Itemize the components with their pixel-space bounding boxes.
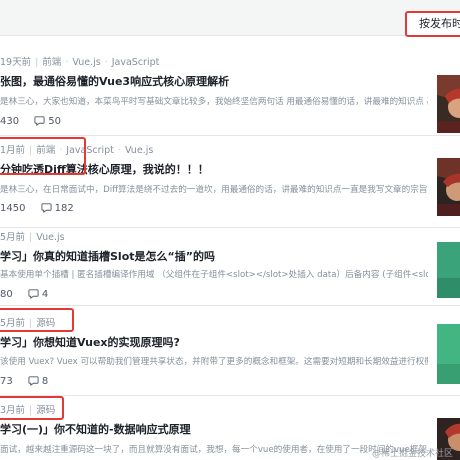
comment-button[interactable]: 4 [28,289,48,300]
article-title[interactable]: 分钟吃透Diff算法核心原理，我说的！！！ [0,162,430,178]
article-tag[interactable]: 源码 [36,405,55,416]
comment-count: 4 [41,289,49,300]
article-tag[interactable]: Vue.js [36,232,64,243]
article-thumbnail[interactable] [437,158,460,216]
article-thumbnail[interactable] [437,324,460,384]
article-abstract: 面试，越来越注重源码这一块了，而且就算没有面试，我想，每一个vue的使用者，在使… [0,445,428,455]
like-count[interactable]: 430 [0,116,19,127]
article-tag[interactable]: JavaScript [112,57,160,68]
article-title[interactable]: 学习」你真的知道插槽Slot是怎么“插”的吗 [0,249,430,265]
article-title[interactable]: 张图，最通俗易懂的Vue3响应式核心原理解析 [0,74,430,90]
article-meta: 19天前 | 前端 · Vue.js · JavaScript [0,57,160,68]
article-date: 1月前 [0,145,26,156]
comment-icon [34,116,45,126]
top-bar [0,0,460,36]
comment-button[interactable]: 8 [28,376,48,387]
article-abstract: 是林三心，在日常面试中，Diff算法是绕不过去的一道坎，用最通俗的话，讲最难的知… [0,185,428,195]
article-thumbnail[interactable] [437,75,460,133]
comment-count: 182 [54,203,74,214]
article-title[interactable]: 学习」你想知道Vuex的实现原理吗? [0,335,430,351]
comment-button[interactable]: 50 [34,116,61,127]
comment-icon [28,376,39,386]
article-item[interactable]: 19天前 | 前端 · Vue.js · JavaScript 张图，最通俗易懂的Vue3响… [0,40,460,136]
comment-button[interactable]: 182 [41,203,74,214]
article-tag[interactable]: Vue.js [72,57,100,68]
comment-count: 50 [48,116,62,127]
article-tag[interactable]: 前端 [42,57,61,68]
like-count[interactable]: 73 [0,376,13,387]
article-item[interactable]: 5月前 | Vue.js 学习」你真的知道插槽Slot是怎么“插”的吗 基本使用单个… [0,228,460,306]
comment-count: 8 [41,376,49,387]
article-tag[interactable]: Vue.js [125,145,153,156]
article-actions: 430 50 [0,115,61,129]
article-actions: 73 8 [0,375,48,389]
comment-icon [28,289,39,299]
sort-by-time-button[interactable]: 按发布时间 [405,11,460,37]
article-abstract: 基本使用单个插槽 | 匿名插槽编译作用域 （父组件在子组件<slot></slo… [0,270,428,280]
article-abstract: 该使用 Vuex? Vuex 可以帮助我们管理共享状态，并附带了更多的概念和框架… [0,357,428,367]
article-abstract: 是林三心，大家也知道，本菜鸟平时写基础文章比较多，我始终坚信两句话 用最通俗易懂… [0,97,428,107]
article-tag[interactable]: 前端 [36,145,55,156]
article-date: 5月前 [0,318,26,329]
article-thumbnail[interactable] [437,242,460,298]
like-count[interactable]: 80 [0,289,13,300]
article-meta: 3月前 | 源码 [0,405,56,416]
comment-icon [41,203,52,213]
article-title[interactable]: 学习(一)」你不知道的-数据响应式原理 [0,422,430,438]
article-meta: 1月前 | 前端 · JavaScript · Vue.js [0,145,154,156]
watermark: @稀土掘金技术社区 [372,449,454,459]
like-count[interactable]: 1450 [0,203,25,214]
article-tag[interactable]: JavaScript [66,145,114,156]
article-item[interactable]: 5月前 | 源码 学习」你想知道Vuex的实现原理吗? 该使用 Vuex? Vuex… [0,306,460,396]
article-actions: 1450 182 [0,202,74,216]
article-date: 19天前 [0,57,32,68]
article-actions: 80 4 [0,288,48,302]
article-meta: 5月前 | 源码 [0,318,56,329]
article-date: 3月前 [0,405,26,416]
article-meta: 5月前 | Vue.js [0,232,65,243]
article-item[interactable]: 1月前 | 前端 · JavaScript · Vue.js 分钟吃透Diff算法核心原理，… [0,136,460,228]
article-tag[interactable]: 源码 [36,318,55,329]
article-date: 5月前 [0,232,26,243]
